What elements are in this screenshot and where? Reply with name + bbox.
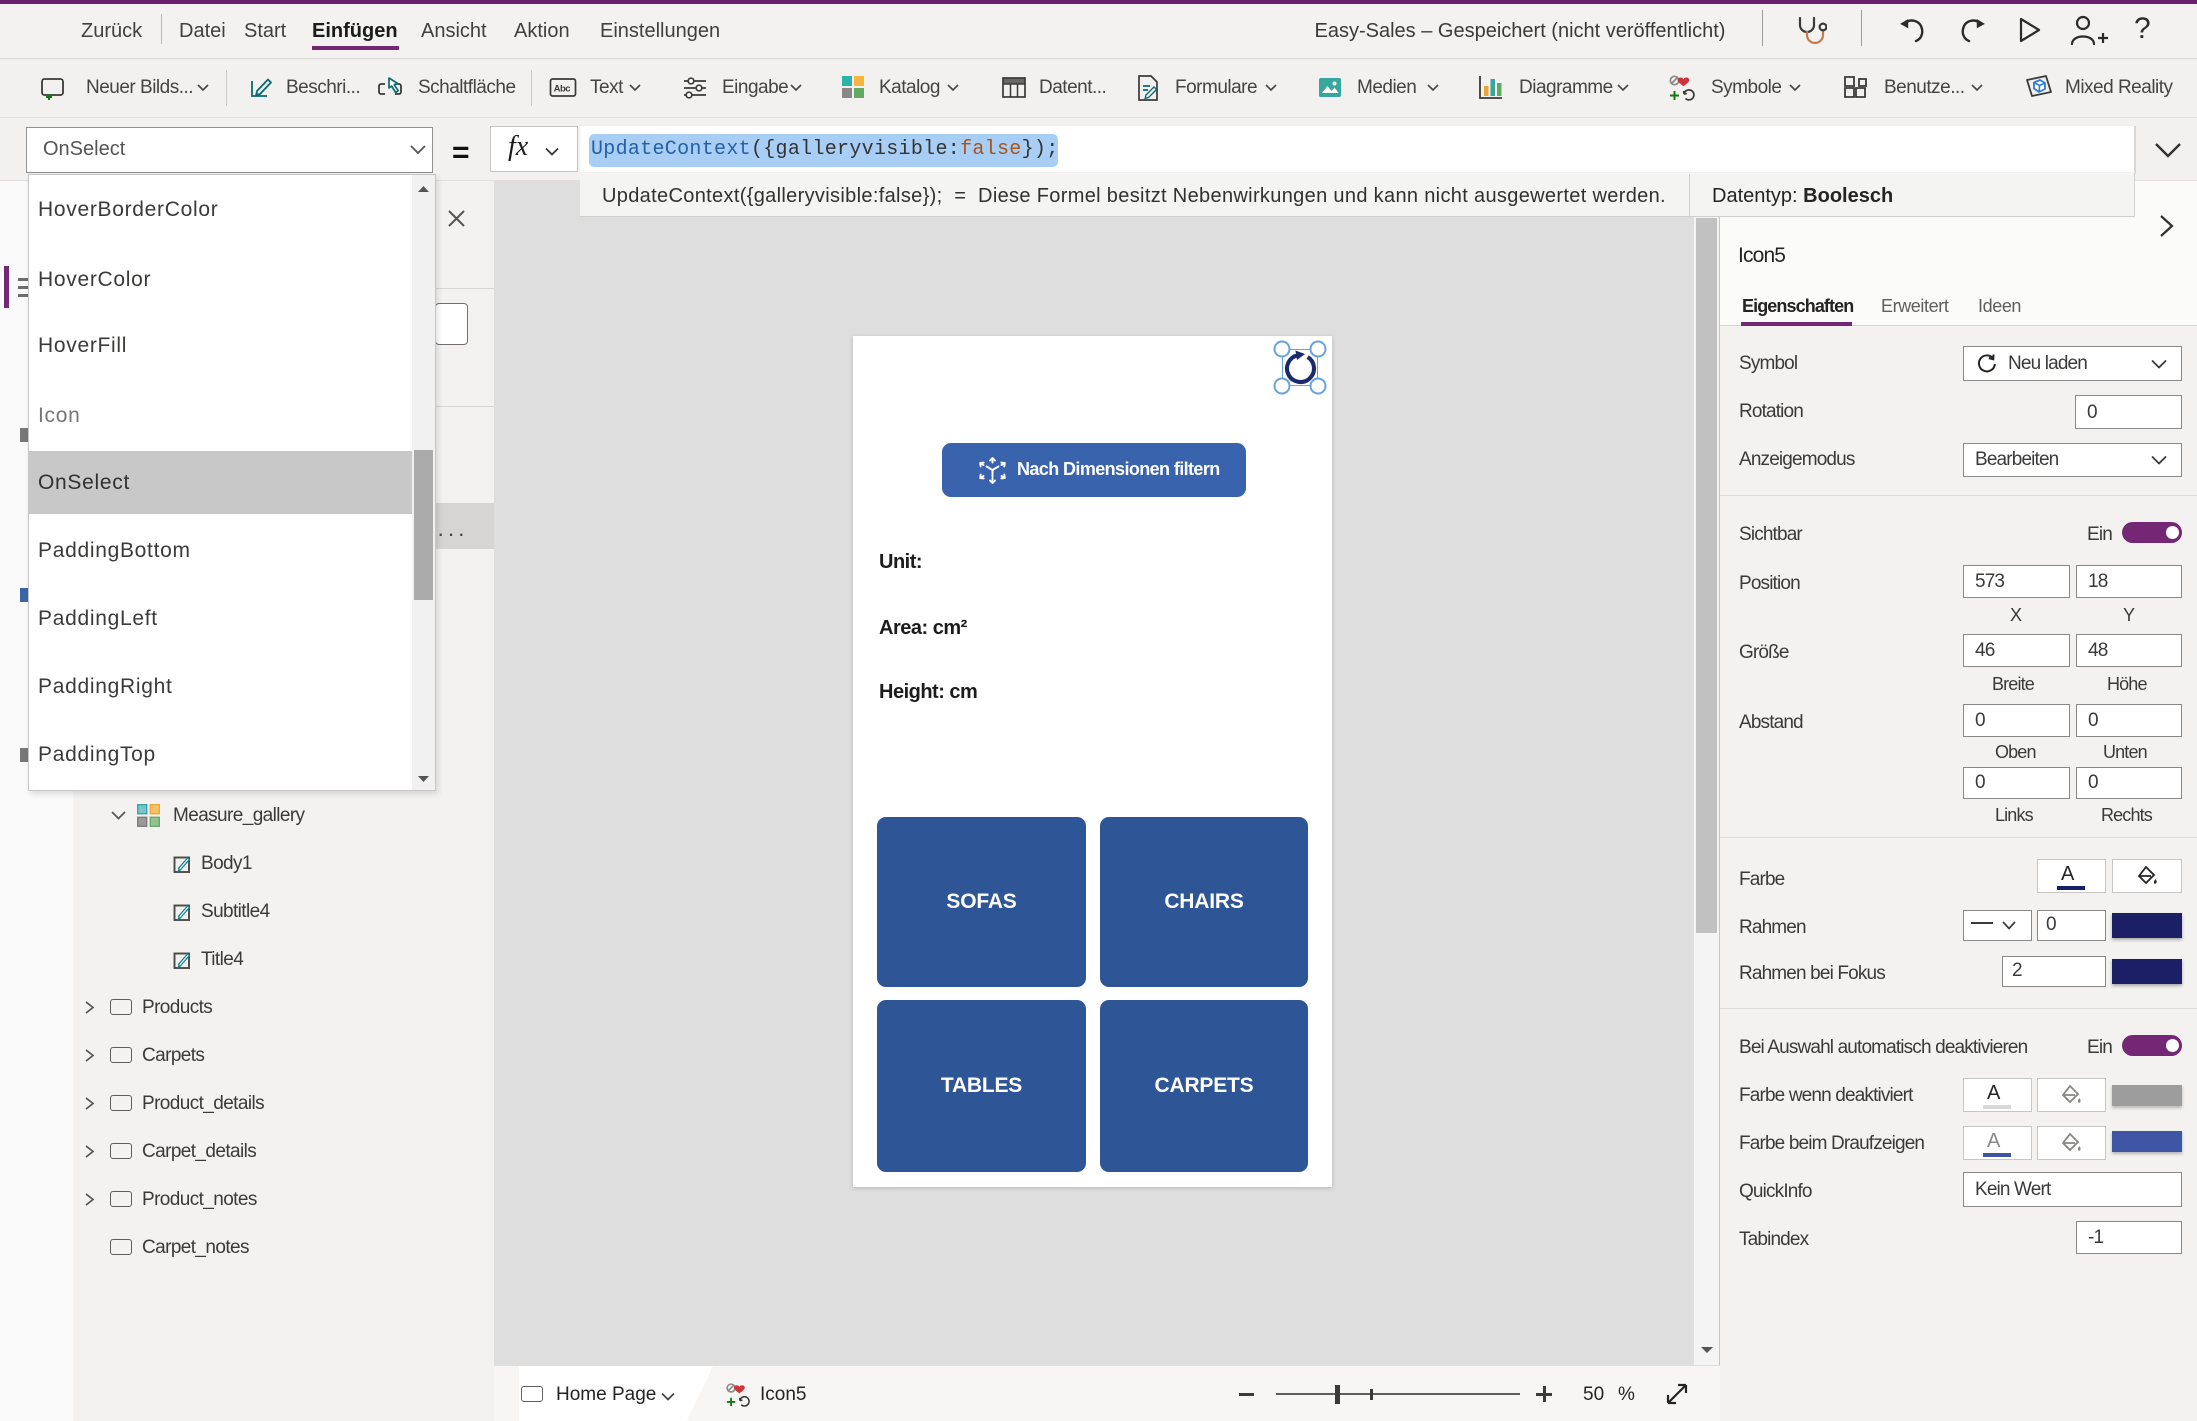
- svg-text:Abc: Abc: [554, 84, 571, 95]
